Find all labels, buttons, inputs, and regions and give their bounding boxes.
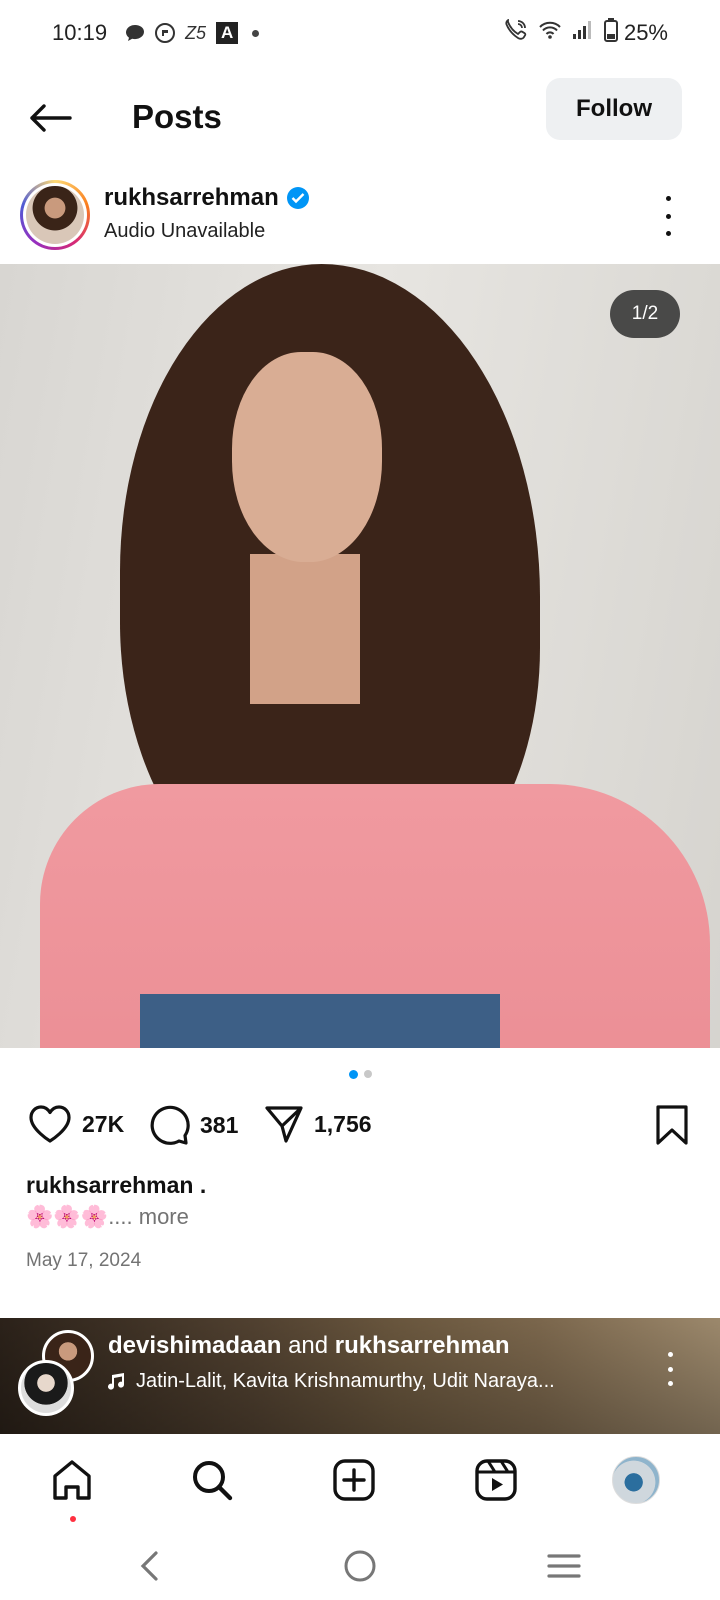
image-counter-badge: 1/2 <box>610 290 680 338</box>
caption-username[interactable]: rukhsarrehman . <box>26 1172 206 1199</box>
profile-avatar <box>612 1456 660 1504</box>
bottom-nav <box>0 1434 720 1530</box>
collab-usernames[interactable]: devishimadaan and rukhsarrehman <box>108 1332 510 1360</box>
save-button[interactable] <box>654 1104 690 1151</box>
collab-user-2: rukhsarrehman <box>334 1332 510 1359</box>
nav-profile[interactable] <box>612 1456 660 1504</box>
post-options-button[interactable] <box>656 196 680 236</box>
top-app-bar: Posts Follow <box>0 76 720 160</box>
back-button[interactable] <box>26 96 74 140</box>
back-arrow-icon <box>30 104 72 132</box>
search-icon <box>193 1461 233 1501</box>
chat-bubble-icon <box>125 24 145 42</box>
more-dot <box>665 196 671 201</box>
page-title: Posts <box>132 98 222 135</box>
bookmark-icon <box>656 1105 688 1145</box>
like-count: 27K <box>82 1110 125 1137</box>
nav-reels[interactable] <box>472 1456 520 1504</box>
status-time: 10:19 <box>52 20 108 45</box>
a-app-icon: A <box>216 22 239 44</box>
dot-icon <box>252 29 260 37</box>
verified-badge-icon <box>286 187 309 209</box>
system-nav-bar <box>0 1530 720 1600</box>
collab-user-1: devishimadaan <box>108 1332 282 1359</box>
system-back-button[interactable] <box>128 1544 172 1588</box>
caption-more-link[interactable]: .... more <box>108 1204 189 1229</box>
reels-icon <box>475 1459 517 1501</box>
collab-joiner: and <box>281 1332 335 1359</box>
carousel-dot <box>363 1070 372 1078</box>
system-home-button[interactable] <box>338 1544 382 1588</box>
chevron-left-icon <box>140 1551 158 1581</box>
audio-label[interactable]: Audio Unavailable <box>104 220 265 243</box>
home-icon <box>53 1460 91 1500</box>
app-notification-icon <box>155 23 176 43</box>
status-bar: 10:19 Z5 A 25% <box>0 0 720 66</box>
post-username[interactable]: rukhsarrehman <box>104 184 309 212</box>
post-actions: 27K 381 1,756 <box>0 1104 720 1154</box>
share-button[interactable]: 1,756 <box>264 1104 372 1144</box>
follow-button[interactable]: Follow <box>546 78 682 140</box>
carousel-indicator <box>0 1070 720 1079</box>
comment-button[interactable]: 381 <box>148 1104 238 1146</box>
collab-avatar-2[interactable] <box>18 1360 74 1416</box>
next-post-header[interactable]: devishimadaan and rukhsarrehman Jatin-La… <box>0 1318 720 1434</box>
home-notification-dot <box>70 1516 76 1522</box>
post-image[interactable]: 1/2 <box>0 264 720 1048</box>
username-text: rukhsarrehman <box>104 184 279 211</box>
avatar <box>26 186 84 244</box>
share-count: 1,756 <box>314 1110 372 1137</box>
wifi-call-icon <box>504 18 528 47</box>
add-post-icon <box>333 1459 375 1501</box>
caption-emojis: 🌸🌸🌸 <box>26 1204 109 1229</box>
post-header: rukhsarrehman Audio Unavailable <box>0 174 720 260</box>
comment-count: 381 <box>200 1111 239 1138</box>
comment-icon <box>150 1105 190 1145</box>
heart-icon <box>29 1105 71 1143</box>
next-post-options-button[interactable] <box>660 1352 680 1386</box>
post-date: May 17, 2024 <box>26 1250 142 1271</box>
wifi-icon <box>538 20 562 46</box>
more-dot <box>665 213 671 219</box>
next-post-audio-text: Jatin-Lalit, Kavita Krishnamurthy, Udit … <box>136 1370 555 1392</box>
nav-home[interactable] <box>48 1456 96 1504</box>
battery-percent: 25% <box>623 20 668 45</box>
battery-icon <box>603 18 618 48</box>
next-post-audio[interactable]: Jatin-Lalit, Kavita Krishnamurthy, Udit … <box>108 1370 555 1393</box>
nav-create[interactable] <box>330 1456 378 1504</box>
signal-icon <box>572 20 594 46</box>
carousel-dot-active <box>348 1070 358 1079</box>
send-icon <box>265 1106 303 1143</box>
music-note-icon <box>108 1372 125 1390</box>
system-recents-button[interactable] <box>542 1544 586 1588</box>
zee5-icon: Z5 <box>185 22 207 43</box>
circle-home-icon <box>344 1550 376 1582</box>
nav-search[interactable] <box>188 1456 236 1504</box>
menu-lines-icon <box>547 1554 581 1578</box>
caption[interactable]: 🌸🌸🌸.... more <box>26 1204 189 1230</box>
more-dot <box>665 231 671 236</box>
like-button[interactable]: 27K <box>28 1104 124 1144</box>
story-ring-avatar[interactable] <box>20 180 90 250</box>
